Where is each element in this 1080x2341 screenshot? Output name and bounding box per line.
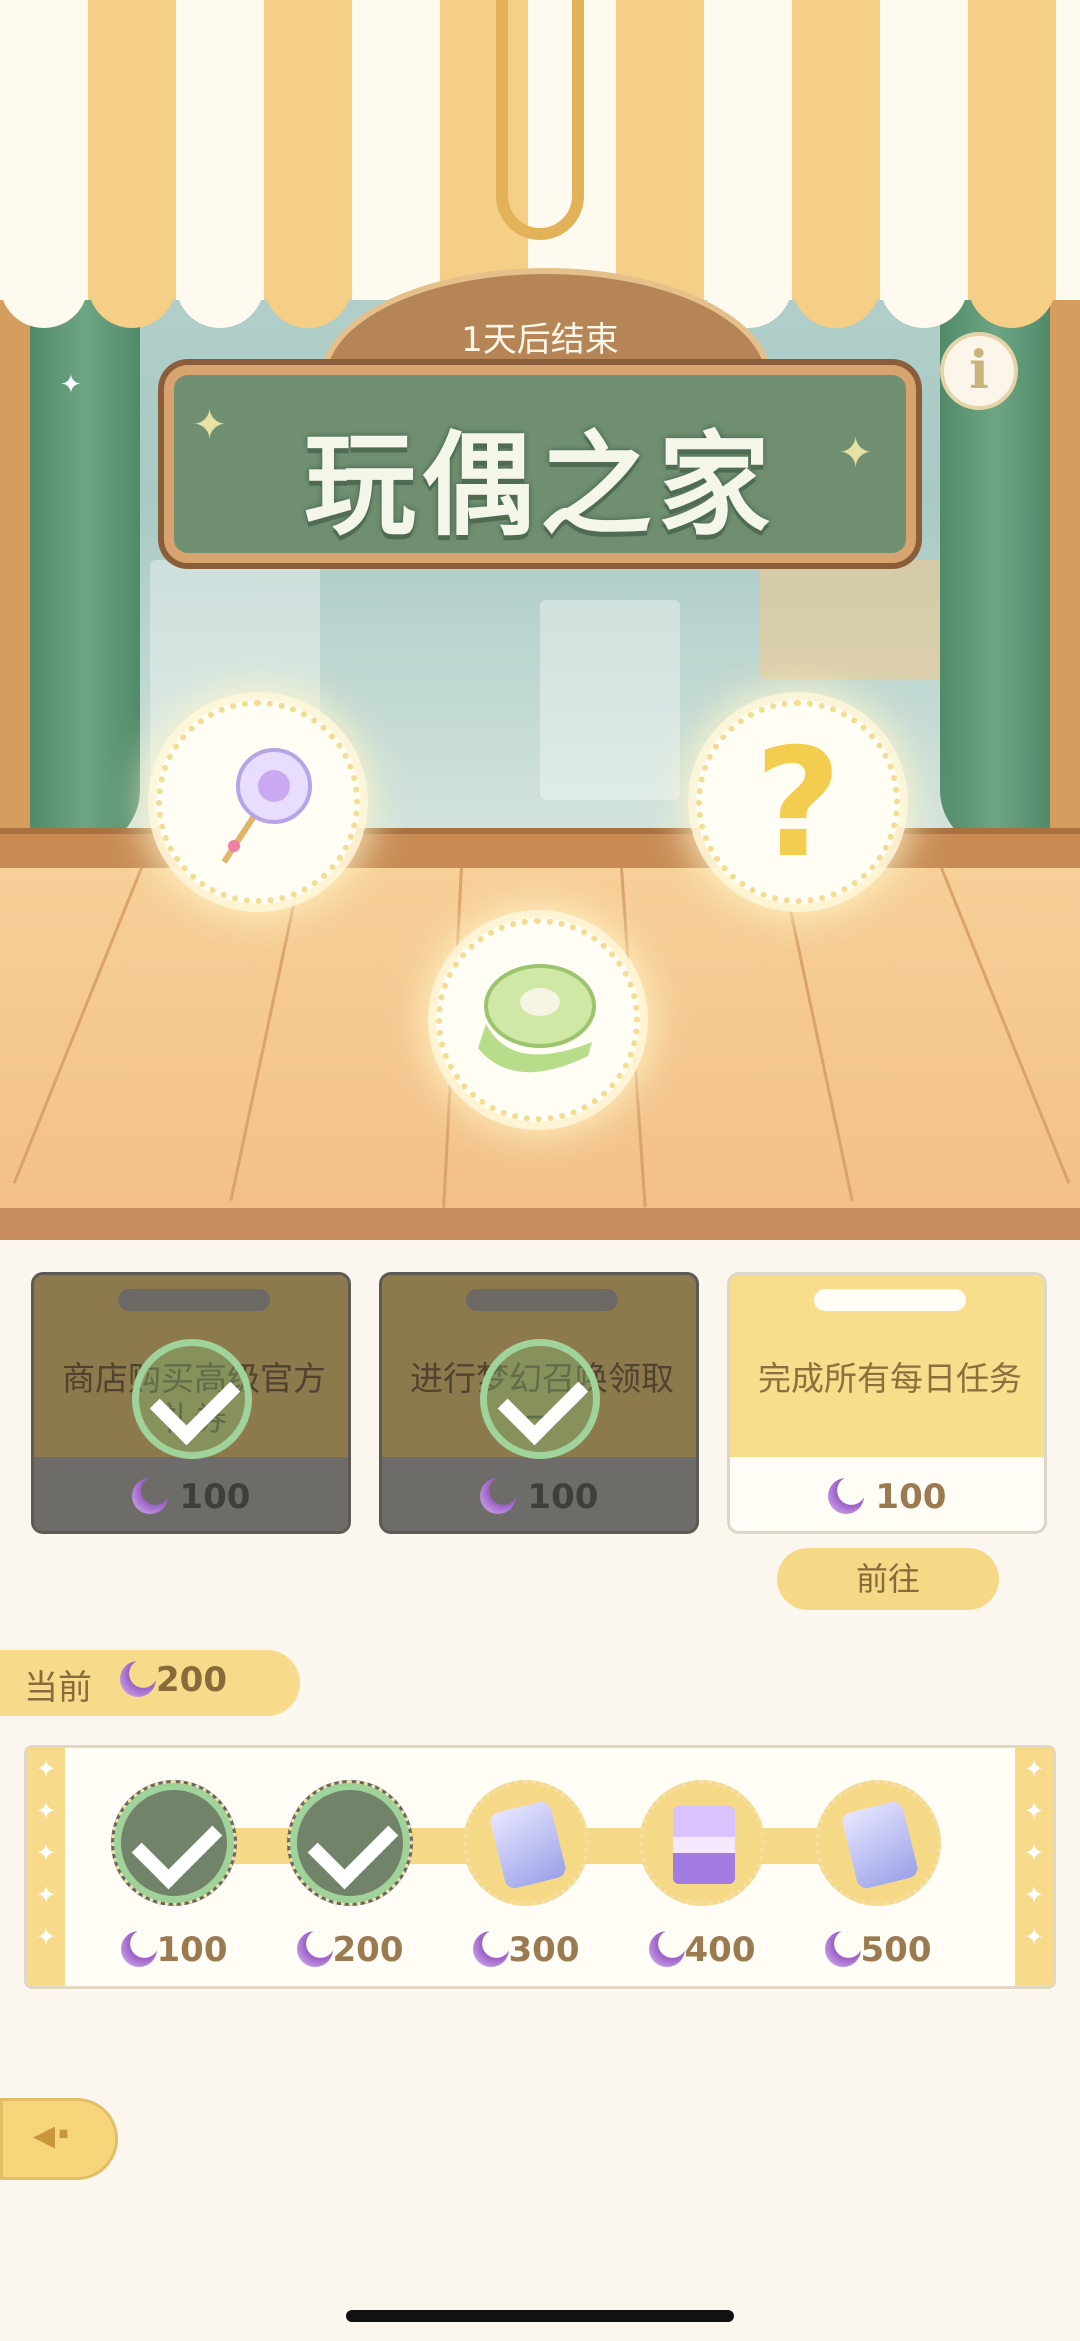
milestone-amount: 500 xyxy=(798,1930,958,1970)
sparkle-icon: ✦ xyxy=(192,400,228,449)
task-card-tag xyxy=(118,1289,270,1311)
moon-currency-icon xyxy=(131,1478,168,1514)
moon-currency-icon xyxy=(479,1478,516,1514)
moon-currency-icon xyxy=(827,1478,864,1514)
event-title: 玩偶之家 xyxy=(304,421,776,551)
claimed-check-icon xyxy=(290,1783,410,1903)
panel-side-strip: ✦ ✦ ✦ ✦ ✦ xyxy=(27,1748,65,1986)
milestone-node-4[interactable] xyxy=(639,1780,765,1906)
sparkle-icon: ✦ xyxy=(60,370,82,400)
task-card-3[interactable]: 完成所有每日任务 100 xyxy=(727,1272,1047,1534)
info-button[interactable]: i xyxy=(940,332,1018,410)
hourglass-icon xyxy=(673,1806,735,1884)
background-window xyxy=(540,600,680,800)
awning-scallop xyxy=(176,240,264,328)
go-button[interactable]: 前往 xyxy=(777,1548,999,1610)
task-reward-amount: 100 xyxy=(34,1477,348,1517)
milestone-amount: 300 xyxy=(446,1930,606,1970)
awning-scallop xyxy=(792,240,880,328)
panel-side-strip: ✦ ✦ ✦ ✦ ✦ xyxy=(1015,1748,1053,1986)
task-card-1: 商店购买高级官方礼券 100 xyxy=(31,1272,351,1534)
awning-scallop xyxy=(968,240,1056,328)
floor-edge xyxy=(0,1208,1080,1240)
awning-scallop xyxy=(880,240,968,328)
moon-currency-icon xyxy=(472,1931,509,1967)
ticket-icon xyxy=(488,1799,568,1891)
back-arrow-icon: ◂· xyxy=(33,2109,72,2160)
moon-currency-icon xyxy=(296,1931,333,1967)
home-indicator[interactable] xyxy=(346,2310,734,2322)
awning-scallop xyxy=(88,240,176,328)
task-card-tag xyxy=(814,1289,966,1311)
task-reward-amount: 100 xyxy=(382,1477,696,1517)
milestone-amount: 200 xyxy=(270,1930,430,1970)
ticket-icon xyxy=(840,1799,920,1891)
milestone-node-5[interactable] xyxy=(815,1780,941,1906)
reward-slot-lollipop[interactable] xyxy=(156,700,360,904)
background-shelf xyxy=(760,560,960,680)
milestone-node-3[interactable] xyxy=(463,1780,589,1906)
reward-slot-mystery[interactable]: ? xyxy=(696,700,900,904)
moon-currency-icon xyxy=(648,1931,685,1967)
milestone-node-1[interactable] xyxy=(111,1780,237,1906)
question-mark-icon: ? xyxy=(754,717,842,891)
current-value: 200 xyxy=(120,1660,227,1700)
claimed-check-icon xyxy=(114,1783,234,1903)
moon-currency-icon xyxy=(120,1931,157,1967)
moon-currency-icon xyxy=(120,1661,156,1697)
ribbon-spool-icon xyxy=(478,964,596,1073)
task-reward-amount: 100 xyxy=(730,1477,1044,1517)
current-label: 当前 xyxy=(24,1668,92,1708)
completed-check-icon xyxy=(132,1339,252,1459)
moon-currency-icon xyxy=(824,1931,861,1967)
reward-slot-ribbon[interactable] xyxy=(436,918,640,1122)
completed-check-icon xyxy=(480,1339,600,1459)
task-card-2: 进行梦幻召唤领取一 100 xyxy=(379,1272,699,1534)
task-description: 完成所有每日任务 xyxy=(758,1359,1022,1398)
event-timer: 1天后结束 xyxy=(461,320,619,360)
milestone-node-2[interactable] xyxy=(287,1780,413,1906)
awning-scallop xyxy=(0,240,88,328)
sign-rope xyxy=(496,0,584,240)
sparkle-icon: ✦ xyxy=(838,428,874,477)
milestone-amount: 100 xyxy=(94,1930,254,1970)
lollipop-wand-icon xyxy=(221,748,312,864)
left-curtain xyxy=(30,290,140,850)
task-card-tag xyxy=(466,1289,618,1311)
milestone-amount: 400 xyxy=(622,1930,782,1970)
back-button[interactable]: ◂· xyxy=(0,2098,118,2180)
